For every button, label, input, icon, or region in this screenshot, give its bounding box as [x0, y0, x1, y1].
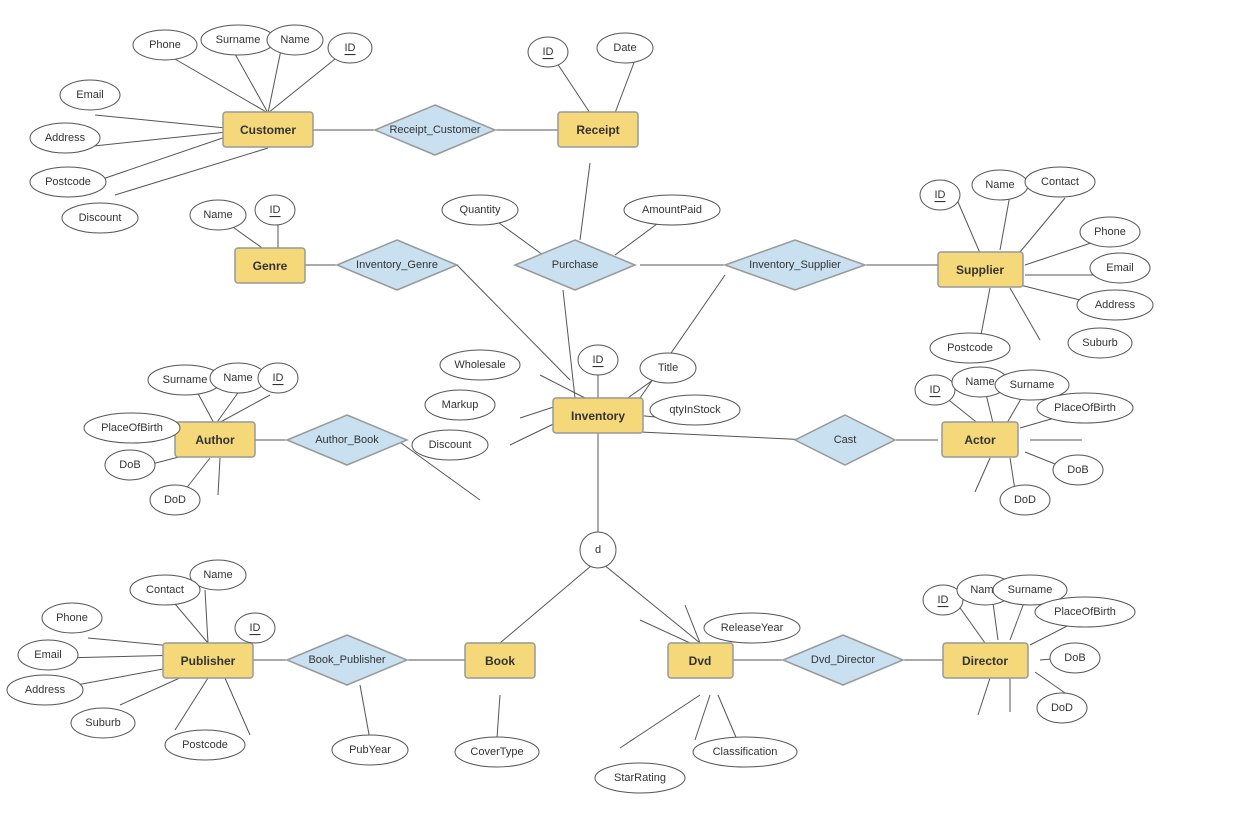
attr-customer-id-label: ID	[345, 42, 356, 54]
attr-customer-postcode-label: Postcode	[45, 176, 91, 188]
relation-purchase-label: Purchase	[552, 259, 598, 271]
attr-author-id-label: ID	[273, 372, 284, 384]
entity-receipt-label: Receipt	[576, 123, 619, 137]
attr-author-dob-label: DoB	[119, 459, 140, 471]
entity-inventory-label: Inventory	[571, 409, 625, 423]
entity-dvd-label: Dvd	[689, 654, 712, 668]
attr-inventory-title-label: Title	[658, 362, 678, 374]
attr-customer-surname-label: Surname	[216, 34, 261, 46]
attr-purchase-amountpaid-label: AmountPaid	[642, 204, 702, 216]
attr-actor-name-label: Name	[965, 376, 994, 388]
er-diagram: Customer Receipt Supplier Genre Inventor…	[0, 0, 1245, 826]
attr-inventory-id-label: ID	[593, 354, 604, 366]
attr-actor-dob-label: DoB	[1067, 464, 1088, 476]
attr-supplier-email-label: Email	[1106, 262, 1134, 274]
specialization-label: d	[595, 544, 601, 556]
attr-inventory-wholesale-label: Wholesale	[454, 359, 505, 371]
attr-actor-placeofbirth-label: PlaceOfBirth	[1054, 402, 1116, 414]
entity-director-label: Director	[962, 654, 1008, 668]
attr-receipt-date-label: Date	[613, 42, 636, 54]
entity-author-label: Author	[195, 433, 235, 447]
attr-genre-id-label: ID	[270, 204, 281, 216]
relation-receipt-customer-label: Receipt_Customer	[389, 124, 480, 136]
attr-supplier-suburb-label: Suburb	[1082, 337, 1117, 349]
attr-dvd-starrating-label: StarRating	[614, 772, 666, 784]
attr-supplier-postcode-label: Postcode	[947, 342, 993, 354]
attr-publisher-id-label: ID	[250, 622, 261, 634]
relation-book-publisher-label: Book_Publisher	[308, 654, 385, 666]
attr-dvd-classification-label: Classification	[713, 746, 778, 758]
relation-cast-label: Cast	[834, 434, 857, 446]
attr-customer-name-label: Name	[280, 34, 309, 46]
entity-customer-label: Customer	[240, 123, 296, 137]
attr-customer-address-label: Address	[45, 132, 86, 144]
entity-actor-label: Actor	[964, 433, 996, 447]
attr-book-covertype-label: CoverType	[470, 746, 523, 758]
attr-director-dod-label: DoD	[1051, 702, 1073, 714]
attr-supplier-phone-label: Phone	[1094, 226, 1126, 238]
attr-genre-name-label: Name	[203, 209, 232, 221]
attr-inventory-qtyinstock-label: qtyInStock	[669, 404, 721, 416]
entity-publisher-label: Publisher	[181, 654, 236, 668]
entity-genre-label: Genre	[253, 259, 288, 273]
attr-inventory-markup-label: Markup	[442, 399, 479, 411]
attr-actor-id-label: ID	[930, 384, 941, 396]
attr-supplier-contact-label: Contact	[1041, 176, 1079, 188]
attr-author-name-label: Name	[223, 372, 252, 384]
attr-publisher-postcode-label: Postcode	[182, 739, 228, 751]
attr-supplier-name-label: Name	[985, 179, 1014, 191]
attr-publisher-name-label: Name	[203, 569, 232, 581]
attr-bookpublisher-pubyear-label: PubYear	[349, 744, 391, 756]
entity-supplier-label: Supplier	[956, 263, 1004, 277]
attr-author-surname-label: Surname	[163, 374, 208, 386]
attr-publisher-email-label: Email	[34, 649, 62, 661]
attr-supplier-id-label: ID	[935, 189, 946, 201]
attr-purchase-quantity-label: Quantity	[460, 204, 501, 216]
attr-customer-email-label: Email	[76, 89, 104, 101]
attr-director-surname-label: Surname	[1008, 584, 1053, 596]
attr-actor-surname-label: Surname	[1010, 379, 1055, 391]
relation-dvd-director-label: Dvd_Director	[811, 654, 876, 666]
attr-author-dod-label: DoD	[164, 494, 186, 506]
attr-dvd-releaseyear-label: ReleaseYear	[721, 622, 784, 634]
attr-customer-discount-label: Discount	[79, 212, 122, 224]
attr-publisher-contact-label: Contact	[146, 584, 184, 596]
attr-supplier-address-label: Address	[1095, 299, 1136, 311]
attr-director-placeofbirth-label: PlaceOfBirth	[1054, 606, 1116, 618]
attr-inventory-discount-label: Discount	[429, 439, 472, 451]
entity-book-label: Book	[485, 654, 515, 668]
attr-receipt-id-label: ID	[543, 46, 554, 58]
attr-director-dob-label: DoB	[1064, 652, 1085, 664]
relation-inventory-supplier-label: Inventory_Supplier	[749, 259, 841, 271]
attr-publisher-phone-label: Phone	[56, 612, 88, 624]
relation-inventory-genre-label: Inventory_Genre	[356, 259, 438, 271]
attr-actor-dod-label: DoD	[1014, 494, 1036, 506]
attr-publisher-suburb-label: Suburb	[85, 717, 120, 729]
relation-author-book-label: Author_Book	[315, 434, 379, 446]
attr-customer-phone-label: Phone	[149, 39, 181, 51]
attr-director-id-label: ID	[938, 594, 949, 606]
attr-author-placeofbirth-label: PlaceOfBirth	[101, 422, 163, 434]
attr-publisher-address-label: Address	[25, 684, 66, 696]
